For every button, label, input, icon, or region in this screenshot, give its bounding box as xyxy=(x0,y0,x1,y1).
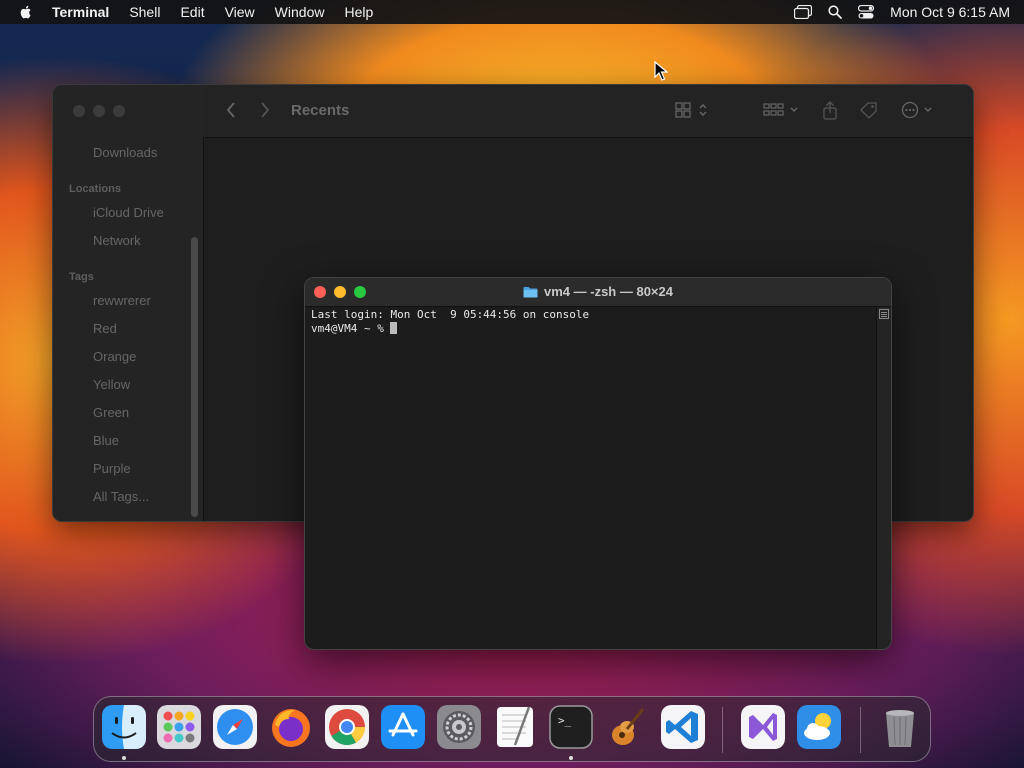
vscode-icon[interactable] xyxy=(661,705,705,749)
firefox-icon[interactable] xyxy=(269,705,313,749)
sidebar-tag-rewwrerer[interactable]: rewwrerer xyxy=(93,293,151,308)
mouse-pointer-icon xyxy=(654,61,668,81)
spotlight-search-icon[interactable] xyxy=(828,5,843,19)
sidebar-tag-blue[interactable]: Blue xyxy=(93,433,119,448)
sidebar-item-icloud-drive[interactable]: iCloud Drive xyxy=(93,205,164,220)
share-icon[interactable] xyxy=(821,101,839,121)
finder-window-title: Recents xyxy=(291,102,350,119)
finder-zoom-button[interactable] xyxy=(113,105,125,117)
finder-minimize-button[interactable] xyxy=(93,105,105,117)
menu-app-terminal[interactable]: Terminal xyxy=(52,4,109,20)
dock-separator xyxy=(722,707,723,753)
group-by-icon[interactable] xyxy=(763,101,801,119)
menu-clock[interactable]: Mon Oct 9 6:15 AM xyxy=(890,4,1010,20)
more-actions-icon[interactable] xyxy=(901,101,937,119)
scroll-marker-icon xyxy=(879,309,889,319)
svg-text:>_: >_ xyxy=(558,714,572,727)
finder-toolbar: Recents xyxy=(203,85,973,138)
sidebar-tag-green[interactable]: Green xyxy=(93,405,129,420)
trash-icon[interactable] xyxy=(878,705,922,749)
textedit-icon[interactable] xyxy=(493,705,537,749)
sidebar-section-tags: Tags xyxy=(69,271,94,283)
finder-close-button[interactable] xyxy=(73,105,85,117)
finder-running-indicator xyxy=(122,756,126,760)
finder-window-controls xyxy=(73,105,125,117)
sidebar-item-network[interactable]: Network xyxy=(93,233,141,248)
terminal-titlebar[interactable]: vm4 — -zsh — 80×24 xyxy=(305,278,891,307)
terminal-prompt-line: vm4@VM4 ~ % xyxy=(311,322,875,336)
safari-icon[interactable] xyxy=(213,705,257,749)
terminal-scrollbar[interactable] xyxy=(876,307,891,649)
apple-menu-icon[interactable] xyxy=(18,4,34,20)
system-settings-icon[interactable] xyxy=(437,705,481,749)
terminal-output[interactable]: Last login: Mon Oct 9 05:44:56 on consol… xyxy=(311,308,875,649)
terminal-window-title: vm4 — -zsh — 80×24 xyxy=(544,284,673,299)
finder-sidebar: Downloads Locations iCloud Drive Network… xyxy=(53,85,204,521)
sidebar-tag-red[interactable]: Red xyxy=(93,321,117,336)
dock: >_ xyxy=(93,696,931,762)
menu-view[interactable]: View xyxy=(225,4,255,20)
menu-help[interactable]: Help xyxy=(344,4,373,20)
weather-icon[interactable] xyxy=(797,705,841,749)
sidebar-item-downloads[interactable]: Downloads xyxy=(93,145,157,160)
sidebar-tag-orange[interactable]: Orange xyxy=(93,349,136,364)
terminal-prompt: vm4@VM4 ~ % xyxy=(311,322,391,335)
terminal-line: Last login: Mon Oct 9 05:44:56 on consol… xyxy=(311,308,590,321)
text-cursor xyxy=(390,322,398,334)
stage-manager-icon[interactable] xyxy=(794,5,813,19)
tag-icon[interactable] xyxy=(859,101,879,121)
menu-bar: Terminal Shell Edit View Window Help Mon… xyxy=(0,0,1024,24)
finder-icon[interactable] xyxy=(102,705,146,749)
icon-view-grid-icon[interactable] xyxy=(675,101,711,119)
chrome-icon[interactable] xyxy=(325,705,369,749)
sidebar-tag-all-tags[interactable]: All Tags... xyxy=(93,489,149,504)
app-store-icon[interactable] xyxy=(381,705,425,749)
forward-chevron-icon[interactable] xyxy=(259,101,271,119)
sidebar-tag-purple[interactable]: Purple xyxy=(93,461,131,476)
sidebar-scrollbar[interactable] xyxy=(191,237,198,517)
terminal-title-group: vm4 — -zsh — 80×24 xyxy=(305,284,891,299)
menu-window[interactable]: Window xyxy=(275,4,325,20)
back-chevron-icon[interactable] xyxy=(225,101,237,119)
garageband-icon[interactable] xyxy=(605,705,649,749)
terminal-app-icon[interactable]: >_ xyxy=(549,705,593,749)
menu-shell[interactable]: Shell xyxy=(129,4,160,20)
visual-studio-icon[interactable] xyxy=(741,705,785,749)
terminal-window: vm4 — -zsh — 80×24 Last login: Mon Oct 9… xyxy=(304,277,892,650)
sidebar-tag-yellow[interactable]: Yellow xyxy=(93,377,130,392)
dock-separator xyxy=(860,707,861,753)
menu-edit[interactable]: Edit xyxy=(180,4,204,20)
launchpad-icon[interactable] xyxy=(157,705,201,749)
sidebar-section-locations: Locations xyxy=(69,183,121,195)
terminal-running-indicator xyxy=(569,756,573,760)
folder-icon xyxy=(523,286,538,297)
control-center-icon[interactable] xyxy=(858,5,875,19)
